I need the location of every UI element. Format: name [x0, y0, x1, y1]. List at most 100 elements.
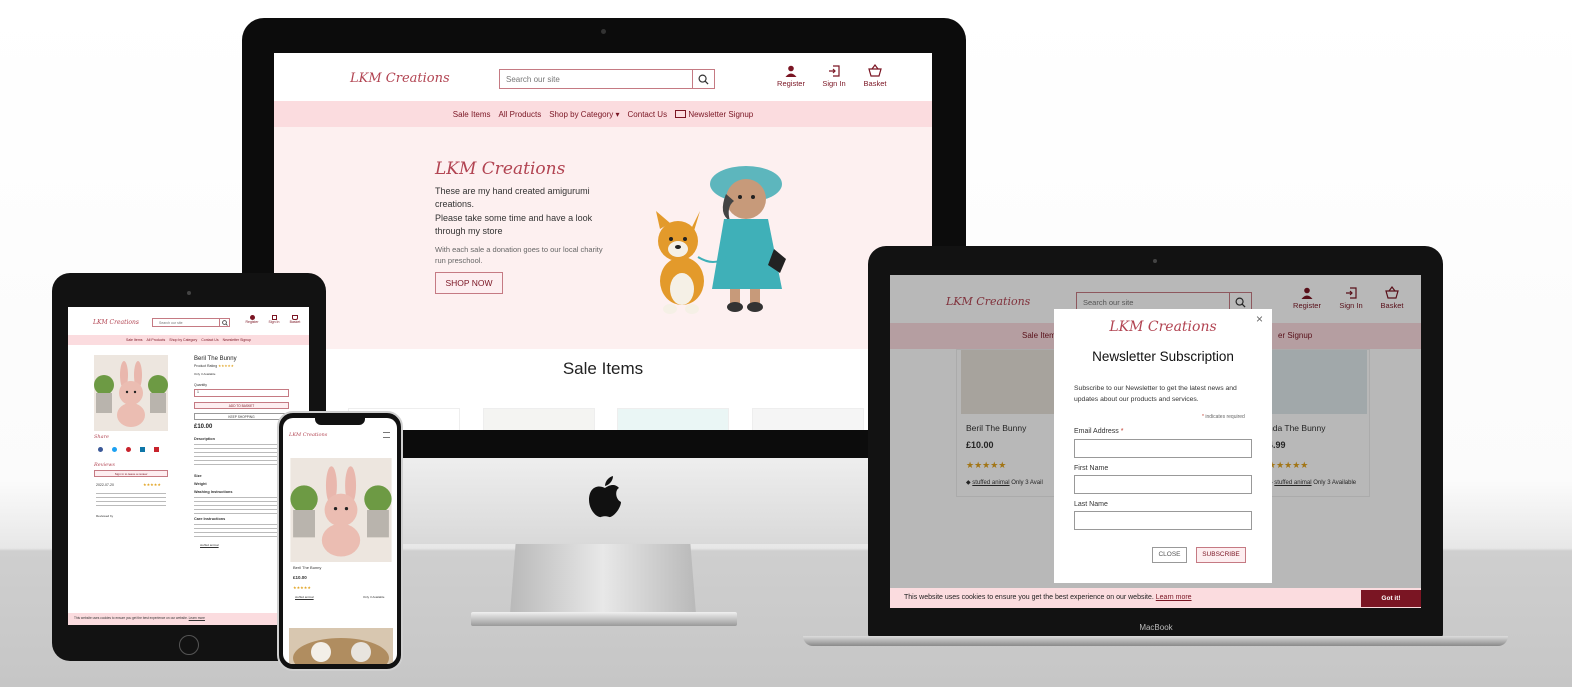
search-icon	[698, 74, 709, 85]
imac-stand	[510, 544, 696, 614]
nav-newsletter[interactable]: Newsletter Signup	[675, 110, 753, 119]
laptop-screen: LKM Creations Search our site Register S…	[890, 275, 1421, 608]
product-name: Beril The Bunny	[293, 565, 322, 570]
home-button[interactable]	[179, 635, 199, 655]
search-bar[interactable]: Search our site	[499, 69, 715, 89]
required-asterisk: *	[1120, 428, 1124, 435]
menu-icon[interactable]	[383, 432, 390, 438]
nav-all-products[interactable]: All Products	[499, 110, 542, 119]
basket-label: Basket	[863, 79, 887, 88]
laptop-base	[803, 636, 1508, 646]
rating-stars: ★★★★★	[293, 585, 311, 590]
basket-link[interactable]: Basket	[285, 315, 305, 324]
section-title: Sale Items	[562, 359, 644, 378]
modal-logo: LKM Creations	[1109, 319, 1217, 335]
cookie-text: This website uses cookies to ensure you …	[904, 594, 1154, 601]
availability: Only 3 Available	[194, 372, 216, 376]
pinterest-icon[interactable]	[126, 447, 131, 452]
nav-newsletter[interactable]: Newsletter Signup	[223, 338, 251, 342]
camera-icon	[1153, 259, 1157, 263]
imac-screen: LKM Creations Search our site Register S…	[274, 53, 932, 430]
cookie-learn-more[interactable]: Learn more	[189, 616, 205, 620]
nav-contact-us[interactable]: Contact Us	[201, 338, 218, 342]
nav-sale-items[interactable]: Sale Items	[453, 110, 491, 119]
email-label: Email Address *	[1074, 428, 1123, 435]
newsletter-modal: × LKM Creations Newsletter Subscription …	[1054, 309, 1272, 583]
user-icon	[785, 65, 797, 77]
nav-shop-by-category[interactable]: Shop by Category ▾	[549, 110, 619, 119]
register-label: Register	[245, 320, 259, 324]
search-bar[interactable]: Search our site	[152, 318, 230, 327]
weight-label: Weight	[194, 482, 207, 486]
add-to-basket-button[interactable]: ADD TO BASKET	[194, 402, 289, 409]
cookie-accept-button[interactable]: Got it!	[1361, 590, 1421, 607]
reviewed-by: Reviewed by	[96, 514, 114, 518]
close-button[interactable]: CLOSE	[1152, 547, 1187, 563]
cookie-learn-more[interactable]: Learn more	[1156, 594, 1192, 601]
share-label: Share	[94, 434, 109, 440]
search-input[interactable]: Search our site	[500, 75, 692, 84]
last-name-field[interactable]	[1074, 511, 1252, 530]
site-logo[interactable]: LKM Creations	[289, 432, 327, 438]
basket-label: Basket	[289, 320, 301, 324]
linkedin-icon[interactable]	[140, 447, 145, 452]
product-card[interactable]	[617, 408, 729, 430]
sign-in-label: Sign In	[268, 320, 280, 324]
basket-link[interactable]: Basket	[860, 63, 890, 88]
hero-line-1: These are my hand created amigurumi crea…	[435, 186, 590, 209]
hero-section	[274, 127, 932, 349]
email-field[interactable]	[1074, 439, 1252, 458]
sign-in-icon	[829, 65, 840, 77]
sign-in-label: Sign In	[822, 79, 846, 88]
register-link[interactable]: Register	[242, 315, 262, 324]
nav-contact-us[interactable]: Contact Us	[628, 110, 668, 119]
caret-down-icon: ▾	[615, 109, 620, 119]
product-card[interactable]	[483, 408, 595, 430]
site-logo[interactable]: LKM Creations	[93, 319, 139, 326]
search-input[interactable]: Search our site	[153, 321, 219, 325]
email-icon[interactable]	[154, 447, 159, 452]
quantity-input[interactable]: 1	[194, 389, 289, 397]
phone-notch	[315, 418, 365, 425]
sign-in-link[interactable]: Sign In	[264, 315, 284, 324]
site-logo[interactable]: LKM Creations	[350, 71, 450, 86]
twitter-icon[interactable]	[112, 447, 117, 452]
phone-screen: LKM Creations Beril The Bunny £10.00 ★★★…	[283, 418, 397, 664]
review-text-lines	[96, 492, 166, 506]
modal-intro: Subscribe to our Newsletter to get the l…	[1074, 385, 1237, 403]
nav-all-products[interactable]: All Products	[147, 338, 166, 342]
product-card[interactable]	[752, 408, 864, 430]
main-nav: Sale Items All Products Shop by Category…	[274, 101, 932, 127]
hero-line-2: Please take some time and have a look th…	[435, 213, 593, 236]
review-date: 2022-07-20	[96, 483, 114, 487]
register-link[interactable]: Register	[776, 65, 806, 88]
shop-now-button[interactable]: SHOP NOW	[435, 272, 503, 294]
first-name-field[interactable]	[1074, 475, 1252, 494]
cookie-bar: This website uses cookies to ensure you …	[68, 613, 309, 625]
facebook-icon[interactable]	[98, 447, 103, 452]
hero-toys-image	[656, 166, 786, 314]
required-note: * indicates required	[1202, 414, 1245, 420]
search-button[interactable]	[692, 70, 714, 88]
apple-logo-icon	[589, 476, 621, 518]
tablet-screen: LKM Creations Search our site Register S…	[68, 307, 309, 625]
product-tag[interactable]: stuffed animal	[295, 595, 314, 599]
keep-shopping-button[interactable]: KEEP SHOPPING	[194, 413, 289, 420]
washing-label: Washing Instructions	[194, 490, 233, 494]
washing-text	[194, 496, 289, 514]
sign-in-link[interactable]: Sign In	[819, 65, 849, 88]
description-text	[194, 443, 289, 465]
nav-sale-items[interactable]: Sale Items	[126, 338, 143, 342]
email-label-text: Email Address	[1074, 428, 1119, 435]
review-signin-button[interactable]: Sign in to leave a review	[94, 470, 168, 477]
size-label: Size	[194, 474, 202, 478]
product-tag[interactable]: stuffed animal	[200, 543, 219, 547]
care-label: Care Instructions	[194, 517, 226, 521]
camera-icon	[187, 291, 191, 295]
product-price: £10.00	[194, 424, 213, 430]
nav-shop-by-category[interactable]: Shop by Category	[169, 338, 197, 342]
camera-icon	[601, 29, 606, 34]
subscribe-button[interactable]: SUBSCRIBE	[1196, 547, 1246, 563]
search-button[interactable]	[219, 319, 229, 326]
product-image	[290, 458, 392, 562]
